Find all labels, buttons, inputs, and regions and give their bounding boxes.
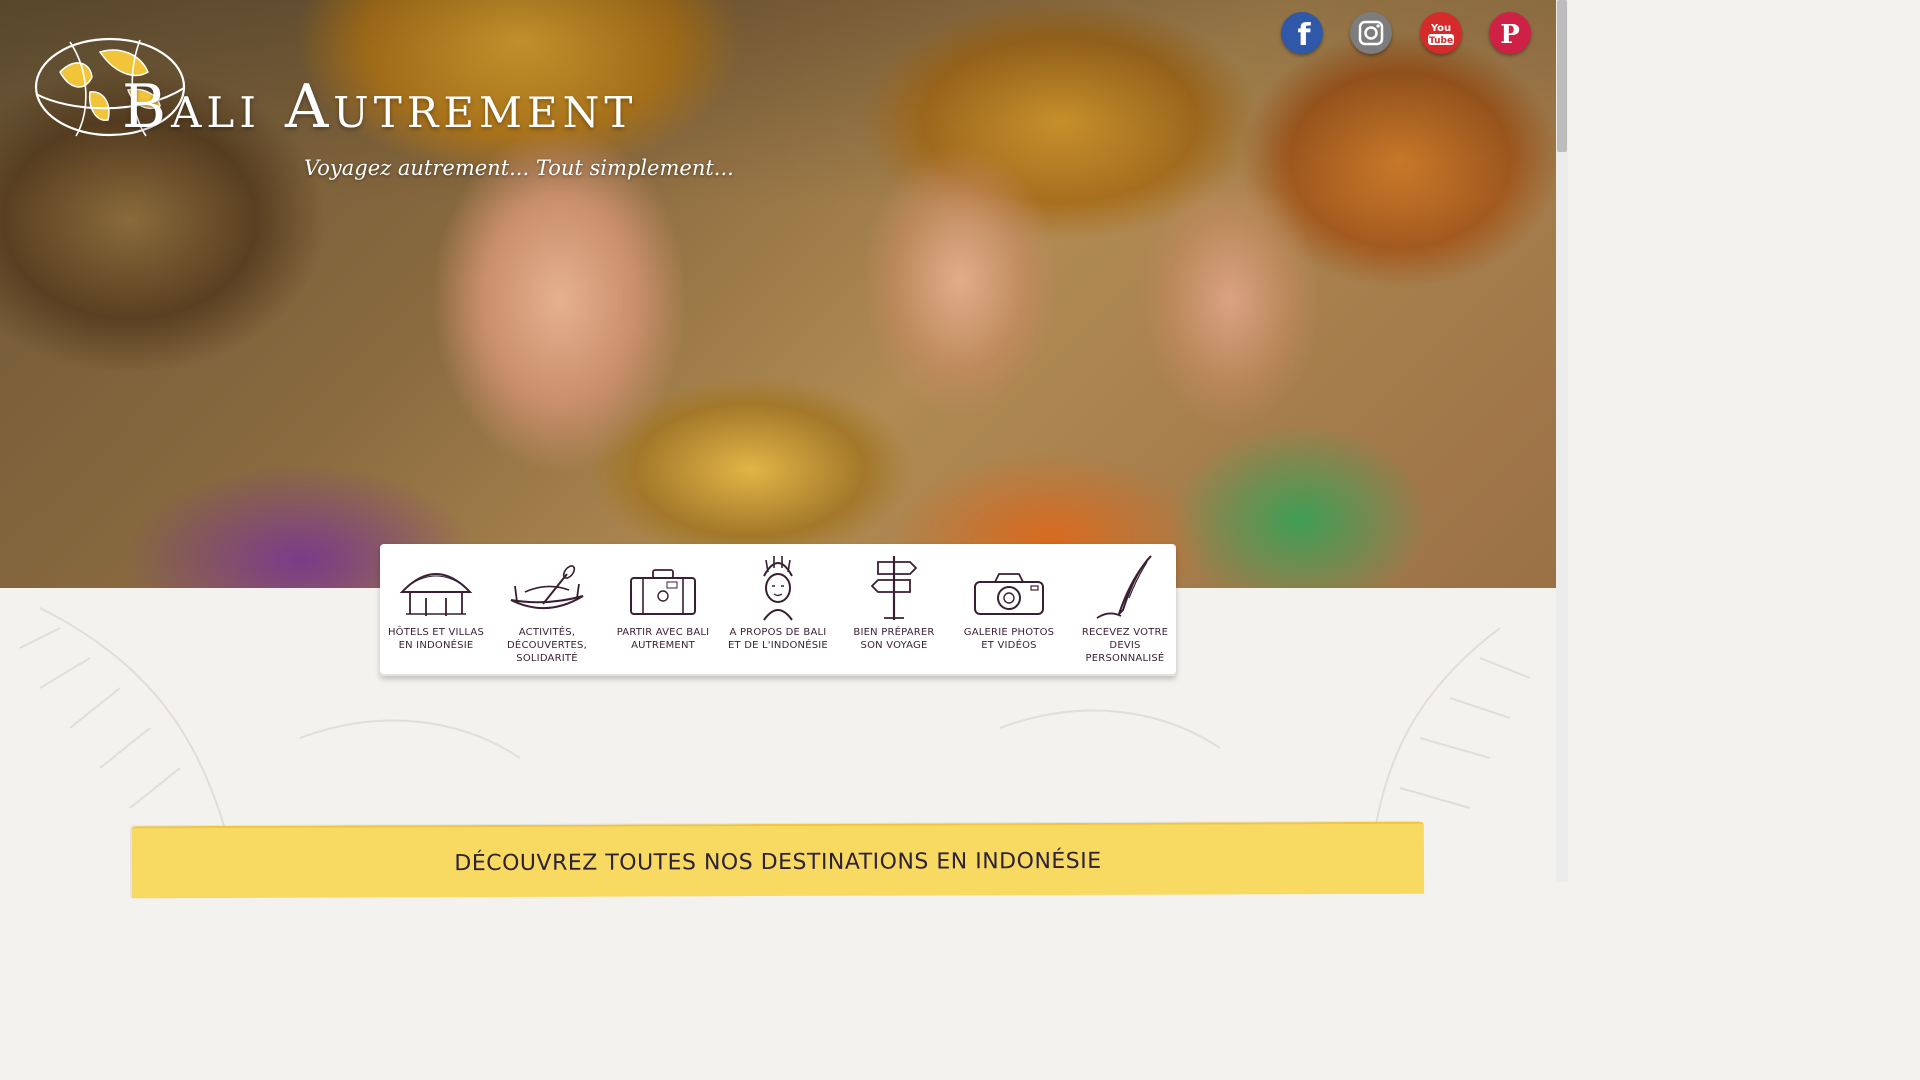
instagram-link[interactable] (1350, 12, 1392, 54)
instagram-icon (1358, 20, 1384, 46)
signpost-icon (870, 556, 918, 620)
youtube-icon: You Tube (1428, 23, 1454, 46)
svg-text:P: P (1500, 20, 1520, 50)
nav-item-activities[interactable]: Activités, découvertes, solidarité (491, 552, 603, 672)
nav-label-about-bali: A propos de Bali et de l'Indonésie (728, 627, 828, 651)
youtube-link[interactable]: You Tube (1420, 12, 1462, 54)
destinations-heading[interactable]: Découvrez toutes nos destinations en Ind… (132, 848, 1424, 878)
destinations-banner: Découvrez toutes nos destinations en Ind… (131, 821, 1425, 899)
site-tagline: Voyagez autrement... Tout simplement... (304, 156, 734, 180)
page-scrollbar-thumb[interactable] (1557, 0, 1567, 152)
nav-label-activities: Activités, découvertes, solidarité (507, 627, 587, 664)
nav-item-gallery[interactable]: Galerie photos et vidéos (953, 552, 1065, 672)
pinterest-icon: P (1500, 20, 1520, 50)
nav-label-prepare-trip: Bien préparer son voyage (853, 627, 935, 651)
nav-label-gallery: Galerie photos et vidéos (963, 627, 1055, 651)
pinterest-link[interactable]: P (1489, 12, 1531, 54)
facebook-icon: f (1297, 18, 1311, 53)
nav-item-prepare-trip[interactable]: Bien préparer son voyage (838, 552, 950, 672)
nav-label-quote: Recevez votre devis personnalisé (1081, 627, 1169, 664)
svg-text:f: f (1297, 18, 1311, 53)
facebook-link[interactable]: f (1281, 12, 1323, 54)
balinese-dancer-icon (763, 556, 793, 621)
canoe-icon (510, 565, 584, 610)
nav-item-travel[interactable]: Partir avec Bali Autrement (607, 552, 719, 672)
nav-item-hotels[interactable]: Hôtels et villas en Indonésie (380, 552, 492, 672)
nav-item-quote[interactable]: Recevez votre devis personnalisé (1069, 552, 1181, 672)
svg-text:You: You (1430, 23, 1451, 34)
main-navigation: Hôtels et villas en Indonésie Activités,… (380, 544, 1176, 676)
camera-icon (974, 573, 1044, 615)
suitcase-icon (630, 569, 696, 615)
hut-icon (399, 573, 473, 616)
svg-text:Tube: Tube (1429, 36, 1453, 46)
nav-label-hotels: Hôtels et villas en Indonésie (387, 627, 485, 651)
quill-pen-icon (1096, 555, 1152, 619)
site-title[interactable]: Bali Autrement (122, 72, 637, 142)
nav-label-travel: Partir avec Bali Autrement (616, 627, 710, 651)
nav-item-about-bali[interactable]: A propos de Bali et de l'Indonésie (722, 552, 834, 672)
